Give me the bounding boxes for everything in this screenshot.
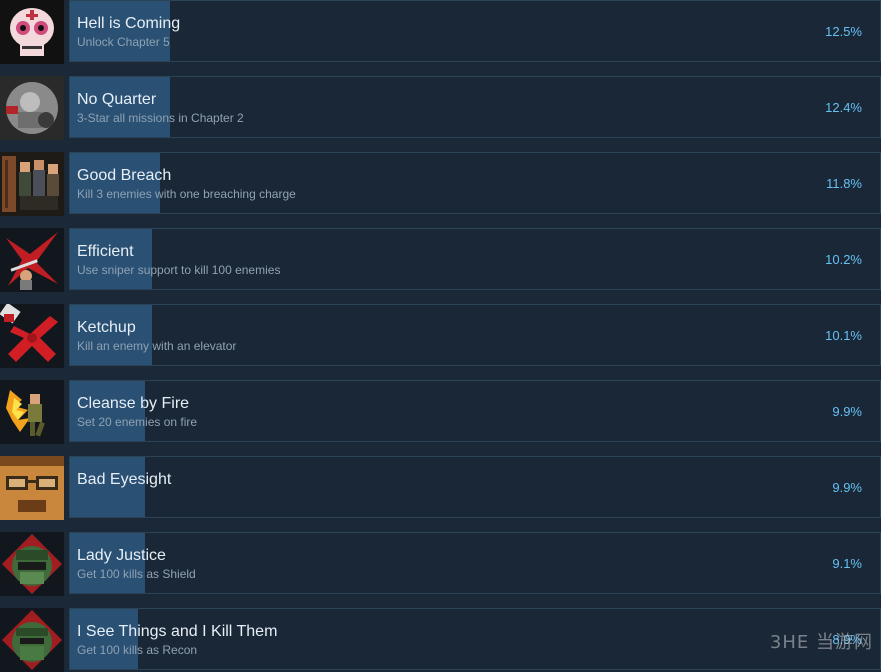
achievement-description: Use sniper support to kill 100 enemies	[77, 263, 281, 277]
achievement-title: Good Breach	[77, 167, 172, 184]
achievement-row[interactable]: I See Things and I Kill Them Get 100 kil…	[0, 608, 881, 672]
achievement-row[interactable]: Good Breach Kill 3 enemies with one brea…	[0, 152, 881, 216]
achievement-percent: 9.1%	[832, 556, 862, 571]
shield-soldier-icon	[0, 532, 64, 596]
achievement-percent: 9.9%	[832, 480, 862, 495]
achievement-card: Hell is Coming Unlock Chapter 5 12.5%	[69, 0, 881, 62]
glasses-face-icon	[0, 456, 64, 520]
achievement-description: Kill an enemy with an elevator	[77, 339, 237, 353]
achievement-description: Unlock Chapter 5	[77, 35, 170, 49]
achievement-title: Ketchup	[77, 319, 136, 336]
achievement-card: Bad Eyesight 9.9%	[69, 456, 881, 518]
achievement-description: Get 100 kills as Recon	[77, 643, 198, 657]
achievement-card: Ketchup Kill an enemy with an elevator 1…	[69, 304, 881, 366]
achievement-card: Efficient Use sniper support to kill 100…	[69, 228, 881, 290]
achievement-description: 3-Star all missions in Chapter 2	[77, 111, 244, 125]
achievement-percent: 10.2%	[825, 252, 862, 267]
achievement-card: No Quarter 3-Star all missions in Chapte…	[69, 76, 881, 138]
achievement-card: Cleanse by Fire Set 20 enemies on fire 9…	[69, 380, 881, 442]
achievement-description: Kill 3 enemies with one breaching charge	[77, 187, 296, 201]
grey-soldier-icon	[0, 76, 64, 140]
achievement-title: I See Things and I Kill Them	[77, 623, 278, 640]
achievement-card: I See Things and I Kill Them Get 100 kil…	[69, 608, 881, 670]
achievement-percent: 10.1%	[825, 328, 862, 343]
achievement-row[interactable]: No Quarter 3-Star all missions in Chapte…	[0, 76, 881, 140]
sugar-skull-icon	[0, 0, 64, 64]
achievement-card: Good Breach Kill 3 enemies with one brea…	[69, 152, 881, 214]
achievement-title: Hell is Coming	[77, 15, 181, 32]
sniper-icon	[0, 228, 64, 292]
achievement-row[interactable]: Hell is Coming Unlock Chapter 5 12.5%	[0, 0, 881, 64]
achievement-title: Bad Eyesight	[77, 471, 172, 488]
achievement-title: Cleanse by Fire	[77, 395, 190, 412]
site-watermark: 3HE 当游网	[769, 632, 873, 653]
achievement-title: Lady Justice	[77, 547, 166, 564]
flame-icon	[0, 380, 64, 444]
achievement-row[interactable]: Efficient Use sniper support to kill 100…	[0, 228, 881, 292]
achievement-title: No Quarter	[77, 91, 157, 108]
achievement-list: Hell is Coming Unlock Chapter 5 12.5% No…	[0, 0, 881, 672]
achievement-row[interactable]: Bad Eyesight 9.9%	[0, 456, 881, 520]
achievement-percent: 12.4%	[825, 100, 862, 115]
achievement-card: Lady Justice Get 100 kills as Shield 9.1…	[69, 532, 881, 594]
achievement-percent: 12.5%	[825, 24, 862, 39]
breach-squad-icon	[0, 152, 64, 216]
achievement-row[interactable]: Ketchup Kill an enemy with an elevator 1…	[0, 304, 881, 368]
recon-soldier-icon	[0, 608, 64, 672]
elevator-splat-icon	[0, 304, 64, 368]
achievement-row[interactable]: Lady Justice Get 100 kills as Shield 9.1…	[0, 532, 881, 596]
achievement-title: Efficient	[77, 243, 134, 260]
achievement-description: Set 20 enemies on fire	[77, 415, 198, 429]
achievement-percent: 11.8%	[826, 176, 862, 191]
achievement-row[interactable]: Cleanse by Fire Set 20 enemies on fire 9…	[0, 380, 881, 444]
achievement-description: Get 100 kills as Shield	[77, 567, 196, 581]
achievement-percent: 9.9%	[832, 404, 862, 419]
